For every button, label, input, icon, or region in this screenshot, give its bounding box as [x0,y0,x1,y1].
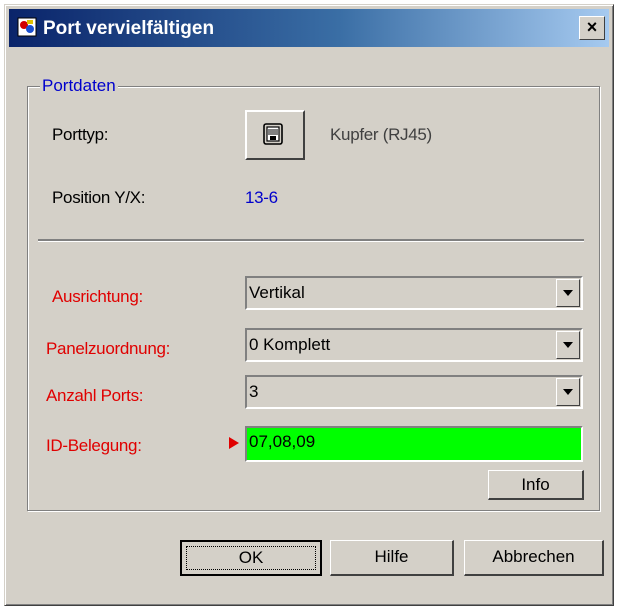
panelzuordnung-label: Panelzuordnung: [46,339,171,358]
chevron-down-icon [563,342,573,348]
title-bar[interactable]: Port vervielfältigen [9,9,609,47]
ausrichtung-dropdown-button[interactable] [556,279,580,307]
chevron-down-icon [563,389,573,395]
position-label: Position Y/X: [52,188,146,207]
hilfe-button-label: Hilfe [374,547,409,566]
hilfe-button[interactable]: Hilfe [330,540,454,576]
porttyp-value: Kupfer (RJ45) [330,125,432,144]
close-icon: × [586,17,598,37]
panelzuordnung-select[interactable]: 0 Komplett [245,328,583,362]
position-value: 13-6 [245,188,278,207]
ausrichtung-label: Ausrichtung: [52,287,143,306]
separator [38,239,584,242]
anzahl-ports-select[interactable]: 3 [245,375,583,409]
id-belegung-value: 07,08,09 [249,432,316,451]
abbrechen-button-label: Abbrechen [492,547,575,566]
ok-button[interactable]: OK [180,540,322,576]
chevron-down-icon [563,290,573,296]
porttype-button[interactable] [245,110,305,160]
ok-button-label: OK [238,548,264,567]
app-icon [17,17,37,37]
ausrichtung-select[interactable]: Vertikal [245,276,583,310]
anzahl-ports-label: Anzahl Ports: [46,386,144,405]
panelzuordnung-value: 0 Komplett [249,335,331,354]
ausrichtung-value: Vertikal [249,283,305,302]
group-legend: Portdaten [40,76,118,96]
close-button[interactable]: × [579,16,605,40]
id-belegung-label: ID-Belegung: [46,436,142,455]
rj45-port-icon [263,123,283,145]
window-title: Port vervielfältigen [43,18,215,39]
abbrechen-button[interactable]: Abbrechen [464,540,604,576]
info-button-label: Info [521,475,550,494]
info-button[interactable]: Info [488,470,584,500]
panelzuordnung-dropdown-button[interactable] [556,331,580,359]
anzahl-ports-value: 3 [249,382,259,401]
porttyp-label: Porttyp: [52,125,109,144]
id-belegung-input[interactable]: 07,08,09 [245,426,583,462]
triangle-right-icon [229,437,239,449]
anzahl-ports-dropdown-button[interactable] [556,378,580,406]
